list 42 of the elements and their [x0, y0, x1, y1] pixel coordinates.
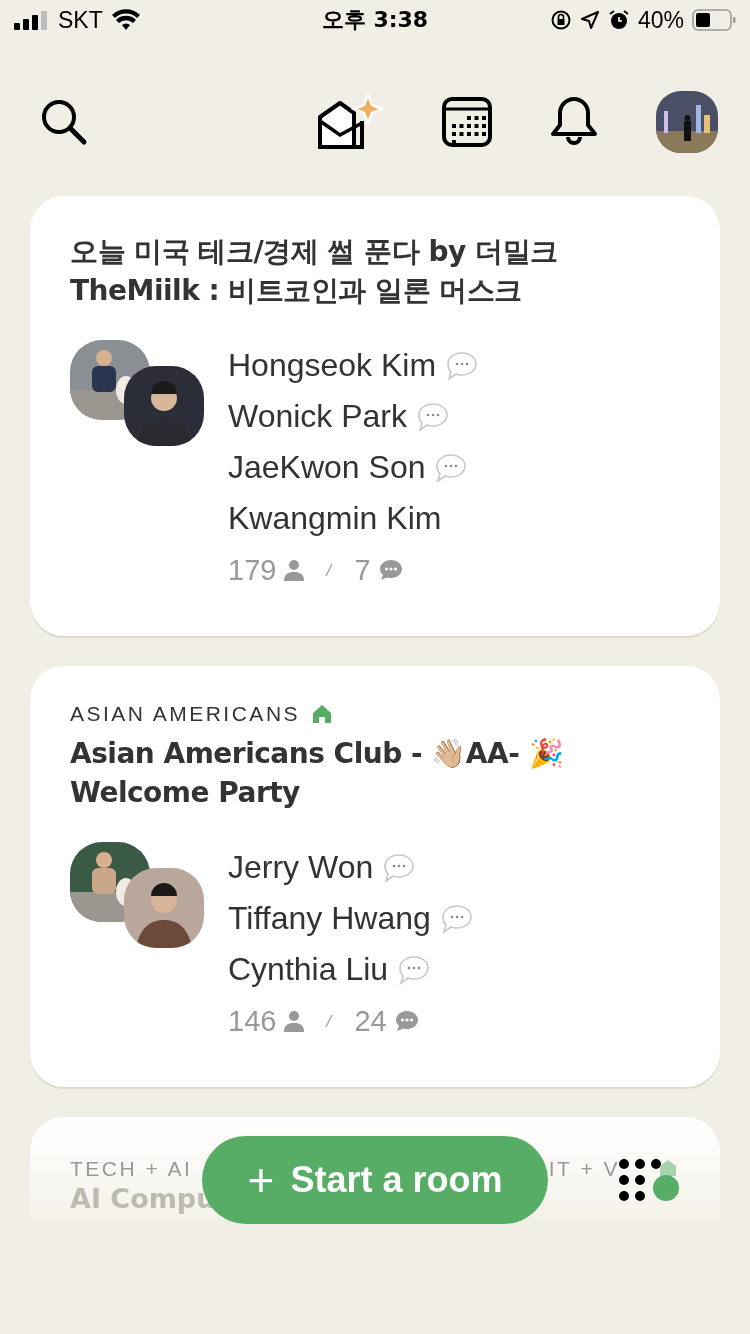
- room-title: 오늘 미국 테크/경제 썰 푼다 by 더밀크 TheMiilk : 비트코인과 일론 머스크: [70, 234, 559, 309]
- club-name: ASIAN AMERICANS: [70, 702, 301, 726]
- speaker-name[interactable]: Tiffany Hwang: [228, 900, 431, 937]
- speaker-name[interactable]: Jerry Won: [228, 849, 374, 886]
- house-icon: [312, 704, 333, 724]
- battery-icon: [692, 9, 736, 31]
- chat-bubble-icon: [446, 350, 479, 381]
- slash-divider-icon: [324, 1014, 335, 1028]
- speech-bubble-icon: [378, 559, 403, 581]
- person-icon: [284, 1010, 305, 1032]
- speaker-name[interactable]: Hongseok Kim: [228, 347, 437, 384]
- listener-count: 179: [228, 553, 277, 587]
- slash-divider-icon: [324, 563, 335, 577]
- speaker-name[interactable]: Cynthia Liu: [228, 951, 389, 988]
- wifi-icon: [110, 9, 141, 31]
- club-name: IT + V: [548, 1157, 620, 1181]
- room-card[interactable]: 오늘 미국 테크/경제 썰 푼다 by 더밀크 TheMiilk : 비트코인과 일론 머스크 Hongseok Kim Wonick Park JaeKwon Son Kwangmin Kim 179 7: [30, 196, 720, 636]
- speaker-name[interactable]: Kwangmin Kim: [228, 500, 442, 537]
- club-name: TECH + AI: [70, 1157, 193, 1181]
- envelope-sparkle-icon[interactable]: [316, 93, 384, 151]
- alarm-clock-icon: [607, 9, 630, 31]
- person-icon: [284, 559, 305, 581]
- speech-bubble-icon: [394, 1010, 419, 1032]
- chat-bubble-icon: [417, 401, 449, 432]
- location-arrow-icon: [579, 10, 600, 30]
- signal-icon: [14, 10, 50, 30]
- chat-bubble-icon: [435, 452, 468, 483]
- calendar-icon[interactable]: [442, 97, 492, 147]
- speaker-name[interactable]: JaeKwon Son: [228, 449, 426, 486]
- rotation-lock-icon: [549, 9, 572, 31]
- room-title: Asian Americans Club - 👋🏼AA- 🎉 Welcome Party: [70, 736, 565, 811]
- listener-count: 146: [228, 1004, 277, 1038]
- chat-bubble-icon: [440, 903, 473, 934]
- speaker-name[interactable]: Wonick Park: [228, 398, 407, 435]
- battery-percent: 40%: [637, 6, 684, 34]
- room-card[interactable]: ASIAN AMERICANS Asian Americans Club - 👋🏼AA- 🎉 Welcome Party Jerry Won Tiffany Hwang Cynthia Liu 146 24: [30, 666, 720, 1087]
- status-time: 오후 3:38: [321, 6, 429, 34]
- chat-bubble-icon: [383, 852, 416, 883]
- chat-bubble-icon: [398, 954, 431, 985]
- speaker-count: 7: [354, 553, 371, 587]
- carrier-name: SKT: [58, 6, 103, 34]
- speaker-count: 24: [354, 1004, 387, 1038]
